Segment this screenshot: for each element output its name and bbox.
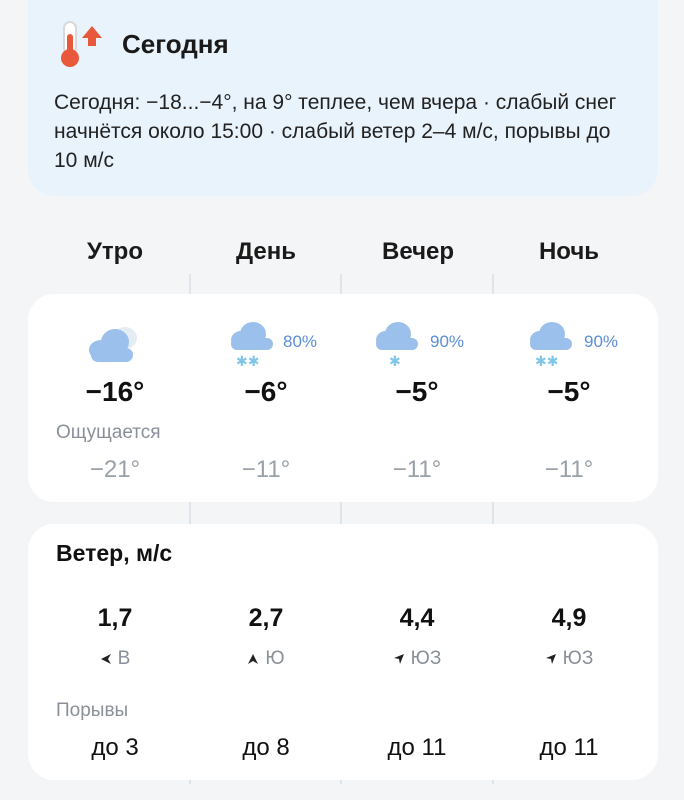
morning-wind-speed: 1,7	[97, 604, 133, 632]
night-wind-speed: 4,9	[551, 604, 587, 632]
night-temperature: −5°	[547, 376, 591, 407]
night-gust: до 11	[539, 734, 599, 761]
summary-header: Сегодня	[56, 20, 229, 68]
svg-text:✱✱: ✱✱	[236, 354, 259, 370]
wind-direction-label: ЮЗ	[562, 648, 594, 669]
morning-temperature: −16°	[85, 376, 145, 407]
feels-like-label: Ощущается	[56, 422, 161, 443]
precip-probability: 80%	[283, 332, 318, 351]
evening-wind-direction: ЮЗ	[342, 648, 492, 670]
day-temperature: −6°	[244, 376, 288, 407]
day-weather: ✱✱ 80%	[191, 314, 341, 374]
evening-weather: ✱ 90%	[342, 314, 492, 374]
morning-gust: до 3	[91, 734, 139, 761]
cloud-snow-icon: ✱✱	[231, 322, 273, 370]
day-wind-direction: Ю	[191, 648, 341, 670]
wind-direction-label: Ю	[265, 648, 285, 669]
morning-wind-direction: В	[40, 648, 190, 670]
wind-direction-label: В	[117, 648, 131, 669]
temperature-card: ✱✱ 80% ✱ 90% ✱✱ 90% −16° −6° −5° −5° Ощу…	[28, 294, 658, 502]
evening-wind-speed: 4,4	[399, 604, 435, 632]
wind-arrow-icon	[545, 654, 556, 664]
summary-title: Сегодня	[122, 28, 229, 59]
period-header-evening: Вечер	[381, 238, 455, 265]
morning-feels-like: −21°	[89, 456, 141, 483]
night-feels-like: −11°	[544, 456, 594, 483]
evening-temperature: −5°	[395, 376, 439, 407]
day-gust: до 8	[242, 734, 290, 761]
evening-gust: до 11	[387, 734, 447, 761]
morning-weather	[40, 314, 190, 374]
period-header-night: Ночь	[538, 238, 600, 265]
precip-probability: 90%	[430, 332, 465, 351]
night-wind-direction: ЮЗ	[494, 648, 644, 670]
evening-feels-like: −11°	[392, 456, 442, 483]
svg-text:✱✱: ✱✱	[535, 354, 558, 370]
day-wind-speed: 2,7	[248, 604, 284, 632]
cloud-light-snow-icon: ✱	[376, 322, 418, 370]
night-weather: ✱✱ 90%	[494, 314, 644, 374]
gusts-label: Порывы	[56, 700, 129, 721]
partly-cloudy-icon	[89, 327, 137, 362]
summary-text: Сегодня: −18...−4°, на 9° теплее, чем вч…	[54, 91, 617, 172]
day-feels-like: −11°	[241, 456, 291, 483]
wind-direction-label: ЮЗ	[410, 648, 442, 669]
svg-text:✱: ✱	[389, 354, 401, 370]
wind-title: Ветер, м/с	[56, 540, 173, 566]
today-summary-card: Сегодня Сегодня: −18...−4°, на 9° теплее…	[28, 0, 658, 196]
wind-arrow-icon	[248, 654, 259, 664]
period-header-day: День	[236, 238, 296, 265]
wind-arrow-icon	[393, 654, 404, 664]
wind-arrow-icon	[100, 654, 111, 664]
period-header-morning: Утро	[86, 238, 143, 265]
cloud-snow-icon: ✱✱	[530, 322, 572, 370]
thermometer-up-icon	[56, 20, 108, 68]
wind-card: Ветер, м/с 1,7 2,7 4,4 4,9 В Ю ЮЗ ЮЗ Пор…	[28, 524, 658, 780]
precip-probability: 90%	[584, 332, 619, 351]
